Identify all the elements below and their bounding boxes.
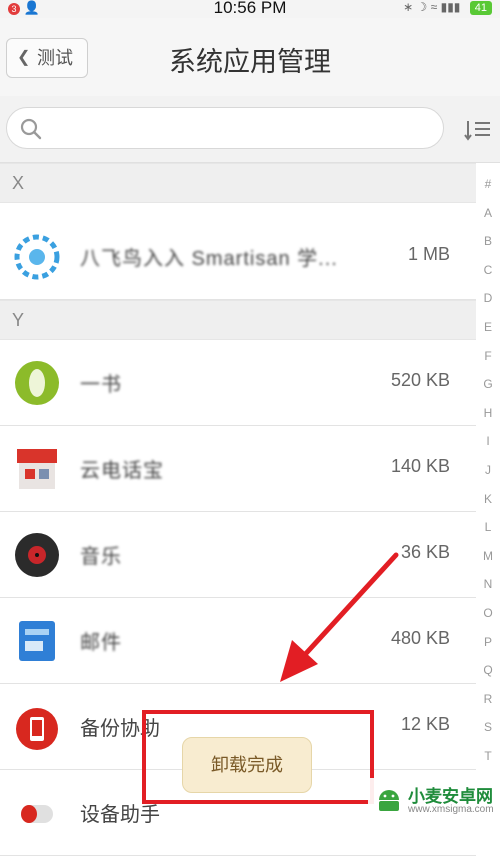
index-letter[interactable]: J	[476, 456, 500, 485]
index-letter[interactable]: L	[476, 513, 500, 542]
app-row[interactable]: 八飞鸟入入 Smartisan 学... 1 MB	[0, 214, 476, 300]
green-circle-icon	[15, 361, 59, 405]
section-header-x: X	[0, 163, 476, 203]
index-letter[interactable]: A	[476, 199, 500, 228]
app-size: 520 KB	[390, 370, 450, 390]
index-letter[interactable]: T	[476, 742, 500, 771]
index-letter[interactable]: I	[476, 427, 500, 456]
search-bar	[0, 96, 500, 163]
index-letter[interactable]: B	[476, 227, 500, 256]
index-letter[interactable]: C	[476, 256, 500, 285]
search-input[interactable]	[6, 107, 444, 149]
navigation-bar: ❮ 测试 系统应用管理	[0, 18, 500, 97]
app-name: 八飞鸟入入 Smartisan 学...	[80, 248, 338, 270]
blue-doc-icon	[19, 621, 55, 661]
app-name: 云电话宝	[80, 460, 164, 482]
vinyl-icon	[15, 533, 59, 577]
app-name: 一书	[80, 374, 122, 396]
wifi-icon: ≈	[430, 0, 438, 14]
index-letter[interactable]: D	[476, 284, 500, 313]
app-size: 140 KB	[390, 456, 450, 476]
index-letter[interactable]: R	[476, 685, 500, 714]
status-bar: 3 👤 10:56 PM ∗ ☽ ≈ ▮▮▮ 41	[0, 0, 500, 18]
blue-gear-icon	[14, 234, 60, 280]
sort-icon[interactable]	[464, 118, 492, 142]
index-letter[interactable]: N	[476, 570, 500, 599]
page-title: 系统应用管理	[169, 47, 331, 77]
signal-icon: ▮▮▮	[440, 0, 461, 14]
index-letter[interactable]: P	[476, 628, 500, 657]
search-icon	[20, 118, 42, 140]
red-phone-icon	[16, 708, 58, 750]
index-letter[interactable]: Q	[476, 656, 500, 685]
store-icon	[17, 449, 57, 489]
app-size: 1 MB	[407, 244, 450, 264]
app-size: 36 KB	[400, 542, 450, 562]
index-letter[interactable]: K	[476, 485, 500, 514]
watermark-url: www.xmsigma.com	[408, 804, 494, 815]
index-letter[interactable]: #	[476, 170, 500, 199]
index-letter[interactable]: H	[476, 399, 500, 428]
app-size: 12 KB	[400, 714, 450, 734]
app-size: 480 KB	[390, 628, 450, 648]
index-letter[interactable]: F	[476, 342, 500, 371]
section-header-y: Y	[0, 300, 476, 340]
watermark: 小麦安卓网 www.xmsigma.com	[368, 778, 500, 820]
index-letter[interactable]: O	[476, 599, 500, 628]
alphabet-index[interactable]: # A B C D E F G H I J K L M N O P Q R S …	[476, 170, 500, 820]
index-letter[interactable]: M	[476, 542, 500, 571]
android-logo-icon	[379, 790, 399, 811]
capsule-icon	[21, 805, 53, 823]
status-right: ∗ ☽ ≈ ▮▮▮ 41	[403, 0, 492, 15]
app-row[interactable]: 一书 520 KB	[0, 340, 476, 426]
moon-icon: ☽	[416, 0, 428, 14]
app-row[interactable]: 音乐 36 KB	[0, 512, 476, 598]
toast-message: 卸载完成	[182, 737, 312, 793]
app-row[interactable]: 云电话宝 140 KB	[0, 426, 476, 512]
index-letter[interactable]: G	[476, 370, 500, 399]
index-letter[interactable]: S	[476, 713, 500, 742]
app-name: 音乐	[80, 546, 122, 568]
app-row[interactable]: 邮件 480 KB	[0, 598, 476, 684]
index-letter[interactable]: E	[476, 313, 500, 342]
bluetooth-icon: ∗	[403, 0, 414, 14]
battery-icon: 41	[469, 1, 492, 15]
app-name: 邮件	[80, 632, 122, 654]
